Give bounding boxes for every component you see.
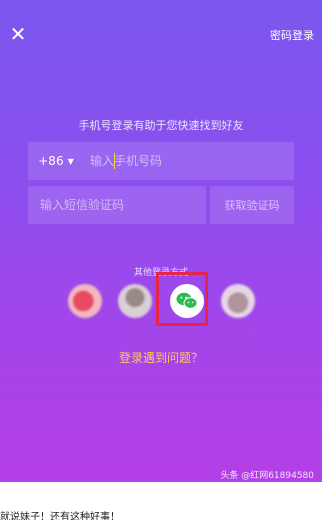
caption-text: 就说妹子！还有这种好事！ [0, 512, 120, 520]
other-login-icon[interactable] [221, 284, 255, 318]
weibo-login-icon[interactable] [68, 284, 102, 318]
wechat-icon [176, 292, 198, 309]
wechat-login-icon[interactable] [170, 284, 204, 318]
watermark: 头条 @红网61894580 [220, 471, 314, 481]
caret-down-icon: ▼ [67, 156, 74, 166]
text-cursor [114, 153, 115, 169]
phone-input[interactable] [84, 142, 294, 180]
sms-code-row: 获取验证码 [28, 186, 294, 224]
get-code-button[interactable]: 获取验证码 [210, 186, 294, 224]
password-login-link[interactable]: 密码登录 [270, 27, 314, 43]
other-login-label: 其他登录方式 [133, 268, 188, 278]
login-trouble-link[interactable]: 登录遇到问题？ [0, 349, 322, 366]
country-code-select[interactable]: +86 ▼ [28, 142, 84, 180]
country-code-value: +86 [38, 154, 64, 168]
social-login-row [0, 282, 322, 326]
qq-login-icon[interactable] [118, 284, 152, 318]
login-hint: 手机号登录有助于您快速找到好友 [78, 119, 244, 132]
login-screen: ✕ 密码登录 手机号登录有助于您快速找到好友 +86 ▼ 获取验证码 其他登录方… [0, 0, 322, 482]
close-icon[interactable]: ✕ [6, 22, 30, 46]
sms-code-input[interactable] [28, 186, 206, 224]
phone-field: +86 ▼ [28, 142, 294, 180]
